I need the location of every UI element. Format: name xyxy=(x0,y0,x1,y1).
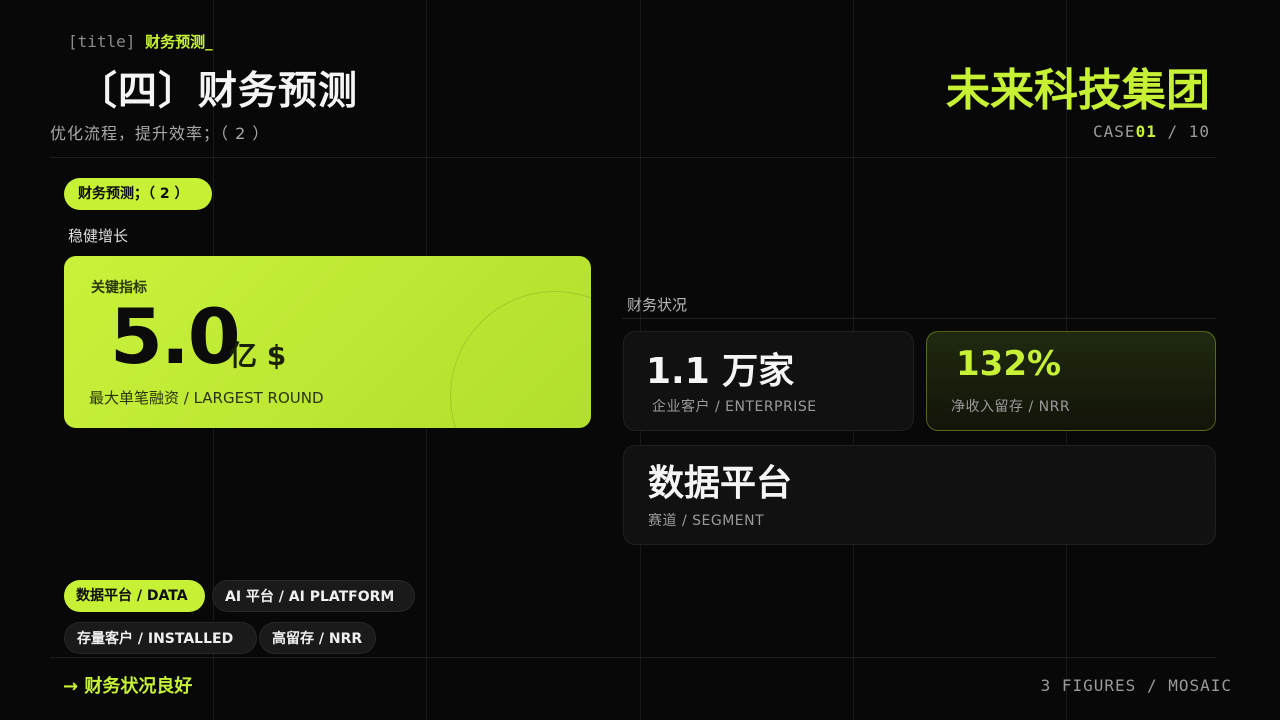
case-number: 01 xyxy=(1135,122,1157,141)
case-prefix: CASE xyxy=(1093,122,1136,141)
footer-meta: 3 FIGURES / MOSAIC xyxy=(1040,676,1232,695)
hero-unit: 亿 $ xyxy=(229,339,287,372)
metric-card-segment: 数据平台 赛道 / SEGMENT xyxy=(623,445,1216,545)
chip-data-platform[interactable]: 数据平台 / DATA xyxy=(64,580,205,612)
decorative-ring xyxy=(450,291,591,428)
hero-caption: 最大单笔融资 / LARGEST ROUND xyxy=(89,389,324,407)
card-caption: 企业客户 / ENTERPRISE xyxy=(652,399,817,415)
brand-name: 未来科技集团 xyxy=(946,65,1210,116)
hero-metric-card: 关键指标 5.0 亿 $ 最大单笔融资 / LARGEST ROUND xyxy=(64,256,591,428)
page-subtitle: 优化流程，提升效率；（ 2 ） xyxy=(50,124,270,143)
title-tag: [title] 财务预测_ xyxy=(68,31,213,52)
title-tag-highlight: 财务预测_ xyxy=(145,33,213,51)
section-label: 财务状况 xyxy=(627,296,688,314)
card-caption: 赛道 / SEGMENT xyxy=(648,513,765,529)
title-tag-prefix: [title] xyxy=(68,32,136,51)
chip-nrr[interactable]: 高留存 / NRR xyxy=(259,622,376,654)
header-divider xyxy=(50,157,1216,158)
section-divider xyxy=(622,318,1216,319)
case-indicator: CASE01 / 10 xyxy=(1093,122,1210,141)
card-value: 132% xyxy=(956,344,1062,384)
hero-value: 5.0 xyxy=(110,292,241,381)
card-value: 1.1 万家 xyxy=(646,351,795,392)
metric-card-enterprise: 1.1 万家 企业客户 / ENTERPRISE xyxy=(623,331,914,431)
growth-label: 稳健增长 xyxy=(68,227,129,245)
footer-divider xyxy=(50,657,1216,658)
chip-installed[interactable]: 存量客户 / INSTALLED xyxy=(64,622,257,654)
section-pill-tag: 财务预测；（ 2 ） xyxy=(64,178,212,210)
case-total: / 10 xyxy=(1167,122,1210,141)
footer-link[interactable]: → 财务状况良好 xyxy=(63,672,192,698)
page-title: 〔四〕财务预测 xyxy=(78,69,359,114)
metric-card-nrr: 132% 净收入留存 / NRR xyxy=(926,331,1216,431)
card-caption: 净收入留存 / NRR xyxy=(951,399,1071,415)
card-value: 数据平台 xyxy=(648,463,793,504)
chip-ai-platform[interactable]: AI 平台 / AI PLATFORM xyxy=(212,580,415,612)
